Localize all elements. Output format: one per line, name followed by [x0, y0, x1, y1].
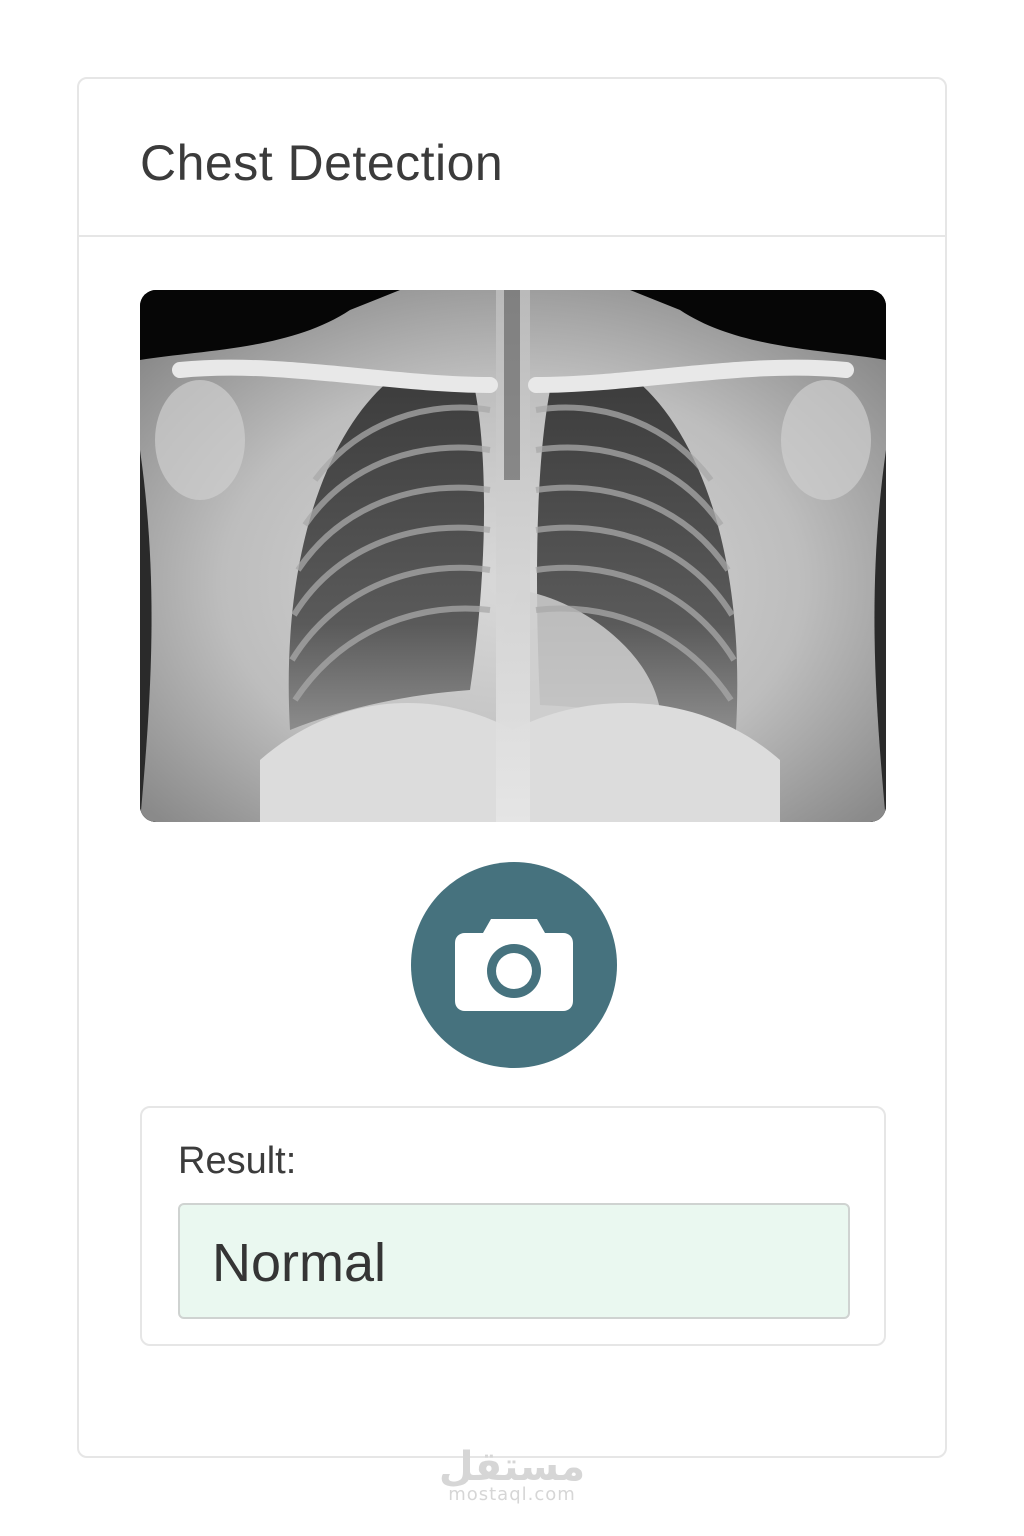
- capture-button[interactable]: [411, 862, 617, 1068]
- camera-icon: [455, 919, 573, 1011]
- result-field: Normal: [178, 1203, 850, 1319]
- xray-image: [140, 290, 886, 822]
- page-title: Chest Detection: [140, 135, 504, 191]
- card-header: Chest Detection: [79, 79, 945, 237]
- detection-card: Chest Detection Result: Normal: [77, 77, 947, 1458]
- result-value: Normal: [212, 1233, 387, 1293]
- result-panel: Result: Normal: [140, 1106, 886, 1346]
- watermark-url: mostaql.com: [448, 1484, 576, 1505]
- result-label: Result:: [178, 1140, 297, 1182]
